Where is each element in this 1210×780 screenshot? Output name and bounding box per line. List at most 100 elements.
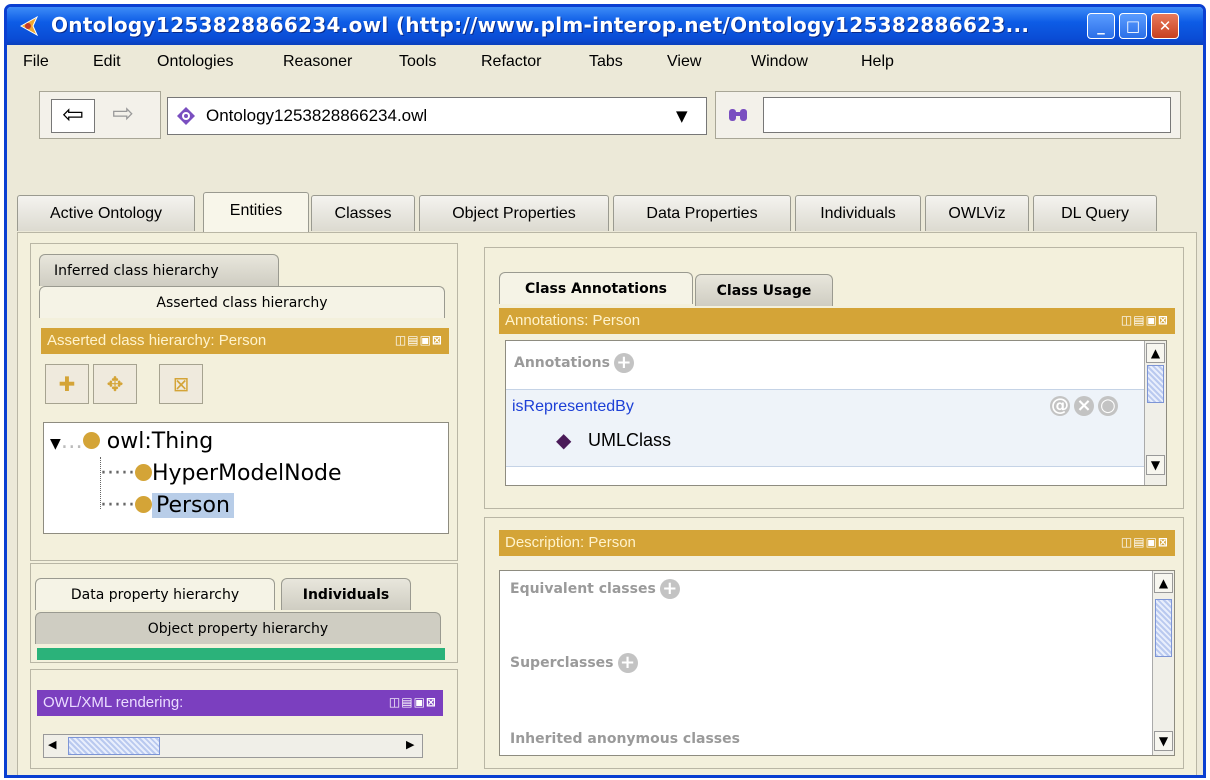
- annotations-label: Annotations: [514, 355, 610, 371]
- tab-object-property-hierarchy[interactable]: Object property hierarchy: [35, 612, 441, 644]
- superclasses-header: Superclasses +: [510, 653, 638, 673]
- window-title: Ontology1253828866234.owl (http://www.pl…: [51, 13, 1030, 37]
- menu-reasoner[interactable]: Reasoner: [283, 53, 352, 71]
- ontology-name: Ontology1253828866234.owl: [206, 106, 428, 125]
- panel-window-controls-icon[interactable]: ◫▤▣⊠: [1121, 535, 1169, 549]
- panel-title: Description: Person: [505, 534, 636, 551]
- panel-window-controls-icon[interactable]: ◫▤▣⊠: [395, 333, 443, 347]
- horizontal-scrollbar[interactable]: ◀ ▶: [43, 734, 423, 758]
- add-subclass-button[interactable]: ✚: [45, 364, 89, 404]
- back-button[interactable]: ⇦: [51, 99, 95, 133]
- equivalent-classes-header: Equivalent classes +: [510, 579, 680, 599]
- asserted-class-hierarchy-title: Asserted class hierarchy: Person ◫▤▣⊠: [41, 328, 449, 354]
- tab-data-properties[interactable]: Data Properties: [613, 195, 791, 231]
- tree-node-hypermodelnode[interactable]: ····· HyperModelNode: [100, 461, 342, 486]
- tab-owlviz[interactable]: OWLViz: [925, 195, 1029, 231]
- delete-annotation-icon[interactable]: ×: [1074, 396, 1094, 416]
- owlxml-view: OWL/XML rendering: ◫▤▣⊠ ◀ ▶: [30, 669, 458, 769]
- close-button[interactable]: ✕: [1151, 13, 1179, 39]
- ontology-icon: [177, 107, 195, 125]
- tab-object-properties[interactable]: Object Properties: [419, 195, 609, 231]
- tab-data-property-hierarchy[interactable]: Data property hierarchy: [35, 578, 275, 610]
- panel-title: Asserted class hierarchy: Person: [47, 332, 267, 349]
- tab-inferred-class-hierarchy[interactable]: Inferred class hierarchy: [39, 254, 279, 286]
- scroll-up-arrow-icon[interactable]: ▲: [1146, 343, 1165, 363]
- title-bar[interactable]: Ontology1253828866234.owl (http://www.pl…: [7, 7, 1203, 45]
- app-window: Ontology1253828866234.owl (http://www.pl…: [4, 4, 1206, 778]
- menu-file[interactable]: File: [23, 53, 49, 71]
- annotations-header: Annotations +: [514, 353, 634, 373]
- binoculars-icon[interactable]: [727, 106, 749, 124]
- annotations-list: Annotations + isRepresentedBy @ × ○ ◆ UMLCl…: [505, 340, 1167, 486]
- tab-class-annotations[interactable]: Class Annotations: [499, 272, 693, 304]
- annotation-row[interactable]: isRepresentedBy @ × ○ ◆ UMLClass: [506, 389, 1146, 467]
- tree-node-label-selected: Person: [151, 493, 234, 518]
- tab-active-ontology[interactable]: Active Ontology: [17, 195, 195, 231]
- tree-node-root[interactable]: ▼… owl:Thing: [50, 429, 213, 454]
- tab-asserted-class-hierarchy[interactable]: Asserted class hierarchy: [39, 286, 445, 318]
- edit-annotation-icon[interactable]: ○: [1098, 396, 1118, 416]
- description-view: Description: Person ◫▤▣⊠ Equivalent clas…: [484, 517, 1184, 769]
- class-hierarchy-view: Inferred class hierarchy Asserted class …: [30, 243, 458, 561]
- menu-tools[interactable]: Tools: [399, 53, 436, 71]
- expand-triangle-icon[interactable]: ▼: [50, 436, 61, 452]
- menu-bar: File Edit Ontologies Reasoner Tools Refa…: [7, 45, 1203, 79]
- scroll-up-arrow-icon[interactable]: ▲: [1154, 573, 1173, 593]
- entities-content: Inferred class hierarchy Asserted class …: [17, 232, 1197, 775]
- panel-window-controls-icon[interactable]: ◫▤▣⊠: [389, 695, 437, 709]
- tab-dl-query[interactable]: DL Query: [1033, 195, 1157, 231]
- maximize-button[interactable]: □: [1119, 13, 1147, 39]
- inherited-anonymous-classes-header: Inherited anonymous classes: [510, 731, 740, 747]
- description-vertical-scrollbar[interactable]: ▲ ▼: [1152, 571, 1174, 755]
- add-superclass-icon[interactable]: +: [617, 653, 638, 673]
- property-panel-title-bar: [37, 648, 445, 660]
- scroll-left-arrow-icon[interactable]: ◀: [48, 738, 56, 751]
- annotations-panel-title: Annotations: Person ◫▤▣⊠: [499, 308, 1175, 334]
- tab-class-usage[interactable]: Class Usage: [695, 274, 833, 306]
- annotation-property-link[interactable]: isRepresentedBy: [512, 398, 634, 416]
- minimize-button[interactable]: _: [1087, 13, 1115, 39]
- delete-class-button[interactable]: ⊠: [159, 364, 203, 404]
- menu-window[interactable]: Window: [751, 53, 808, 71]
- menu-edit[interactable]: Edit: [93, 53, 121, 71]
- owlxml-title: OWL/XML rendering: ◫▤▣⊠: [37, 690, 443, 716]
- search-input[interactable]: [763, 97, 1171, 133]
- menu-view[interactable]: View: [667, 53, 701, 71]
- panel-window-controls-icon[interactable]: ◫▤▣⊠: [1121, 313, 1169, 327]
- scroll-thumb[interactable]: [68, 737, 160, 755]
- scroll-right-arrow-icon[interactable]: ▶: [406, 738, 414, 751]
- menu-refactor[interactable]: Refactor: [481, 53, 541, 71]
- class-dot-icon: [134, 496, 152, 513]
- annotate-icon[interactable]: @: [1050, 396, 1070, 416]
- tab-entities[interactable]: Entities: [203, 192, 309, 234]
- add-sibling-class-button[interactable]: ✥: [93, 364, 137, 404]
- class-dot-icon: [134, 464, 152, 481]
- menu-help[interactable]: Help: [861, 53, 894, 71]
- scroll-down-arrow-icon[interactable]: ▼: [1146, 455, 1165, 475]
- scroll-thumb[interactable]: [1147, 365, 1164, 403]
- description-panel-title: Description: Person ◫▤▣⊠: [499, 530, 1175, 556]
- add-annotation-icon[interactable]: +: [613, 353, 634, 373]
- tab-individuals[interactable]: Individuals: [795, 195, 921, 231]
- tree-node-label: HyperModelNode: [151, 461, 342, 486]
- annotations-vertical-scrollbar[interactable]: ▲ ▼: [1144, 341, 1166, 485]
- description-list: Equivalent classes + Superclasses + Inheri…: [499, 570, 1175, 756]
- tab-classes[interactable]: Classes: [311, 195, 415, 231]
- property-hierarchy-view: Data property hierarchy Individuals Obje…: [30, 563, 458, 663]
- individual-diamond-icon: ◆: [556, 428, 572, 452]
- forward-button[interactable]: ⇨: [101, 99, 145, 133]
- panel-title: Annotations: Person: [505, 312, 641, 329]
- tab-individuals-hierarchy[interactable]: Individuals: [281, 578, 411, 610]
- tree-node-person[interactable]: ····· Person: [100, 493, 234, 518]
- chevron-down-icon[interactable]: ▼: [676, 107, 688, 125]
- add-equivalent-class-icon[interactable]: +: [659, 579, 680, 599]
- scroll-thumb[interactable]: [1155, 599, 1172, 657]
- menu-tabs[interactable]: Tabs: [589, 53, 623, 71]
- panel-title: OWL/XML rendering:: [43, 694, 184, 711]
- annotation-value: UMLClass: [588, 430, 672, 450]
- ontology-selector[interactable]: Ontology1253828866234.owl ▼: [167, 97, 707, 135]
- menu-ontologies[interactable]: Ontologies: [157, 53, 234, 71]
- section-label: Superclasses: [510, 655, 614, 671]
- scroll-down-arrow-icon[interactable]: ▼: [1154, 731, 1173, 751]
- section-label: Inherited anonymous classes: [510, 731, 740, 747]
